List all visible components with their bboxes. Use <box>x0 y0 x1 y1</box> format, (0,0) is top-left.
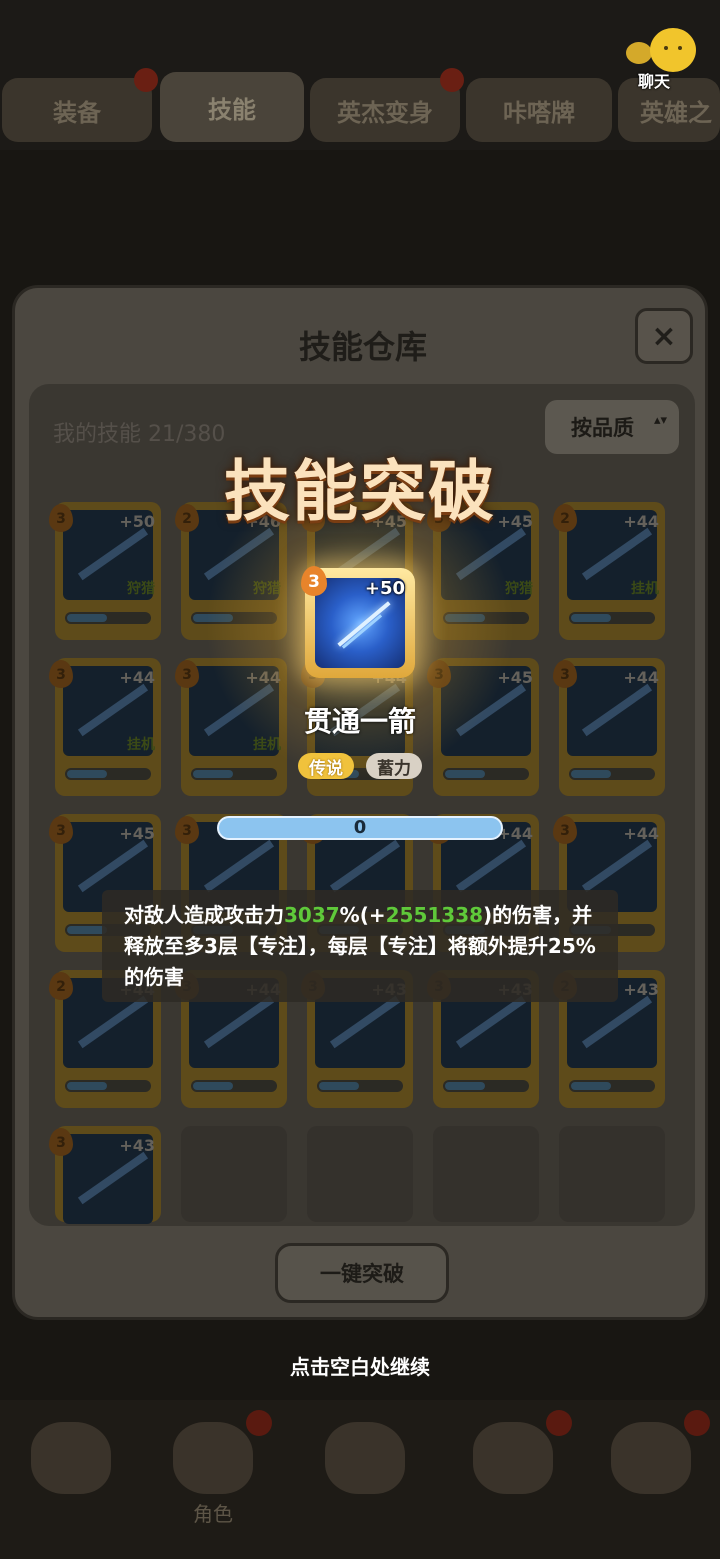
skill-card[interactable]: 3 +43 <box>49 1126 161 1224</box>
skill-level-badge: 3 <box>175 660 199 688</box>
skill-progress-bar <box>569 612 655 624</box>
skill-plus-level: +44 <box>623 668 659 687</box>
tab-label: 装备 <box>53 98 101 127</box>
skill-type-badge: 蓄力 <box>366 753 422 779</box>
breakthrough-progress-bar: 0 <box>217 816 503 840</box>
empty-card-slot <box>559 1126 665 1222</box>
skill-level-badge: 3 <box>553 816 577 844</box>
skill-level-badge: 3 <box>553 660 577 688</box>
featured-skill-card: 3 +50 <box>301 566 415 678</box>
tab-skills[interactable]: 技能 <box>160 72 304 142</box>
desc-mid: %(+ <box>339 903 386 927</box>
skill-description-box: 对敌人造成攻击力3037%(+2551338)的伤害，并释放至多3层【专注】，每… <box>102 890 618 1002</box>
desc-bonus: 2551338 <box>385 903 484 927</box>
chat-bubble-icon <box>626 42 652 64</box>
skill-tag: 狩猎 <box>127 581 155 597</box>
desc-prefix: 对敌人造成攻击力 <box>124 903 284 927</box>
notification-dot-icon <box>134 68 158 92</box>
nav-guild-icon <box>611 1422 691 1494</box>
chat-face-icon <box>650 28 696 72</box>
nav-item-home[interactable] <box>6 1410 136 1530</box>
tab-cards[interactable]: 咔嗒牌 <box>466 78 612 142</box>
rarity-badge: 传说 <box>298 753 354 779</box>
empty-card-slot <box>307 1126 413 1222</box>
close-icon: × <box>651 318 677 354</box>
tab-label: 技能 <box>208 95 256 124</box>
skill-description: 对敌人造成攻击力3037%(+2551338)的伤害，并释放至多3层【专注】，每… <box>124 900 604 993</box>
skill-progress-bar <box>443 1080 529 1092</box>
notification-dot-icon <box>546 1410 572 1436</box>
close-button[interactable]: × <box>635 308 693 364</box>
sort-caret-icon: ▴▾ <box>653 413 667 428</box>
one-click-breakthrough-button[interactable]: 一键突破 <box>275 1243 449 1303</box>
skill-level-badge: 2 <box>49 972 73 1000</box>
skill-progress-bar <box>191 768 277 780</box>
panel-title: 技能仓库 <box>298 328 427 366</box>
nav-character-icon <box>173 1422 253 1494</box>
tab-label: 英杰变身 <box>337 98 433 127</box>
tap-to-continue-hint[interactable]: 点击空白处继续 <box>0 1351 720 1380</box>
skill-progress-bar <box>443 768 529 780</box>
nav-home-icon <box>31 1422 111 1494</box>
notification-dot-icon <box>246 1410 272 1436</box>
tab-label: 英雄之 <box>640 98 712 127</box>
empty-card-slot <box>181 1126 287 1222</box>
skill-level-badge: 3 <box>301 566 327 596</box>
skill-level-badge: 3 <box>49 1128 73 1156</box>
skill-level-badge: 3 <box>175 816 199 844</box>
nav-label: 角色 <box>193 1502 233 1526</box>
skill-level-badge: 3 <box>49 660 73 688</box>
skill-plus-level: +44 <box>623 824 659 843</box>
nav-item-guild[interactable] <box>586 1410 716 1530</box>
skill-plus-level: +44 <box>119 668 155 687</box>
notification-dot-icon <box>440 68 464 92</box>
nav-item-pets[interactable] <box>448 1410 578 1530</box>
arrow-shaft <box>337 601 391 647</box>
skill-progress-bar <box>65 768 151 780</box>
tab-hero-transform[interactable]: 英杰变身 <box>310 78 460 142</box>
skill-progress-bar <box>65 612 151 624</box>
skill-name: 贯通一箭 <box>303 705 416 738</box>
skill-tag: 挂机 <box>631 581 659 597</box>
breakthrough-title: 技能突破 <box>224 453 496 530</box>
skill-progress-bar <box>317 1080 403 1092</box>
skill-progress-bar <box>191 1080 277 1092</box>
top-tab-bar: 装备 技能 英杰变身 咔嗒牌 英雄之 <box>0 68 720 146</box>
notification-dot-icon <box>684 1410 710 1436</box>
chat-button[interactable]: 聊天 <box>626 28 696 92</box>
arrow-trail <box>341 614 383 649</box>
skill-progress-bar <box>569 1080 655 1092</box>
nav-pet-icon <box>473 1422 553 1494</box>
nav-item-character[interactable]: 角色 <box>148 1410 278 1530</box>
nav-item-weapons[interactable] <box>300 1410 430 1530</box>
nav-weapon-icon <box>325 1422 405 1494</box>
skill-progress-bar <box>65 1080 151 1092</box>
skill-plus-level: +43 <box>119 1136 155 1155</box>
tab-label: 咔嗒牌 <box>503 98 575 127</box>
skill-plus-level: +43 <box>623 980 659 999</box>
button-label: 一键突破 <box>320 1262 404 1286</box>
skill-plus-level: +50 <box>364 578 405 599</box>
progress-value: 0 <box>353 817 367 838</box>
tab-equipment[interactable]: 装备 <box>2 78 152 142</box>
skill-plus-level: +45 <box>119 824 155 843</box>
desc-percent: 3037 <box>284 903 340 927</box>
empty-card-slot <box>433 1126 539 1222</box>
bottom-nav: 角色 <box>0 1400 720 1559</box>
skill-level-badge: 3 <box>49 816 73 844</box>
chat-label: 聊天 <box>638 72 671 91</box>
skill-progress-bar <box>569 768 655 780</box>
